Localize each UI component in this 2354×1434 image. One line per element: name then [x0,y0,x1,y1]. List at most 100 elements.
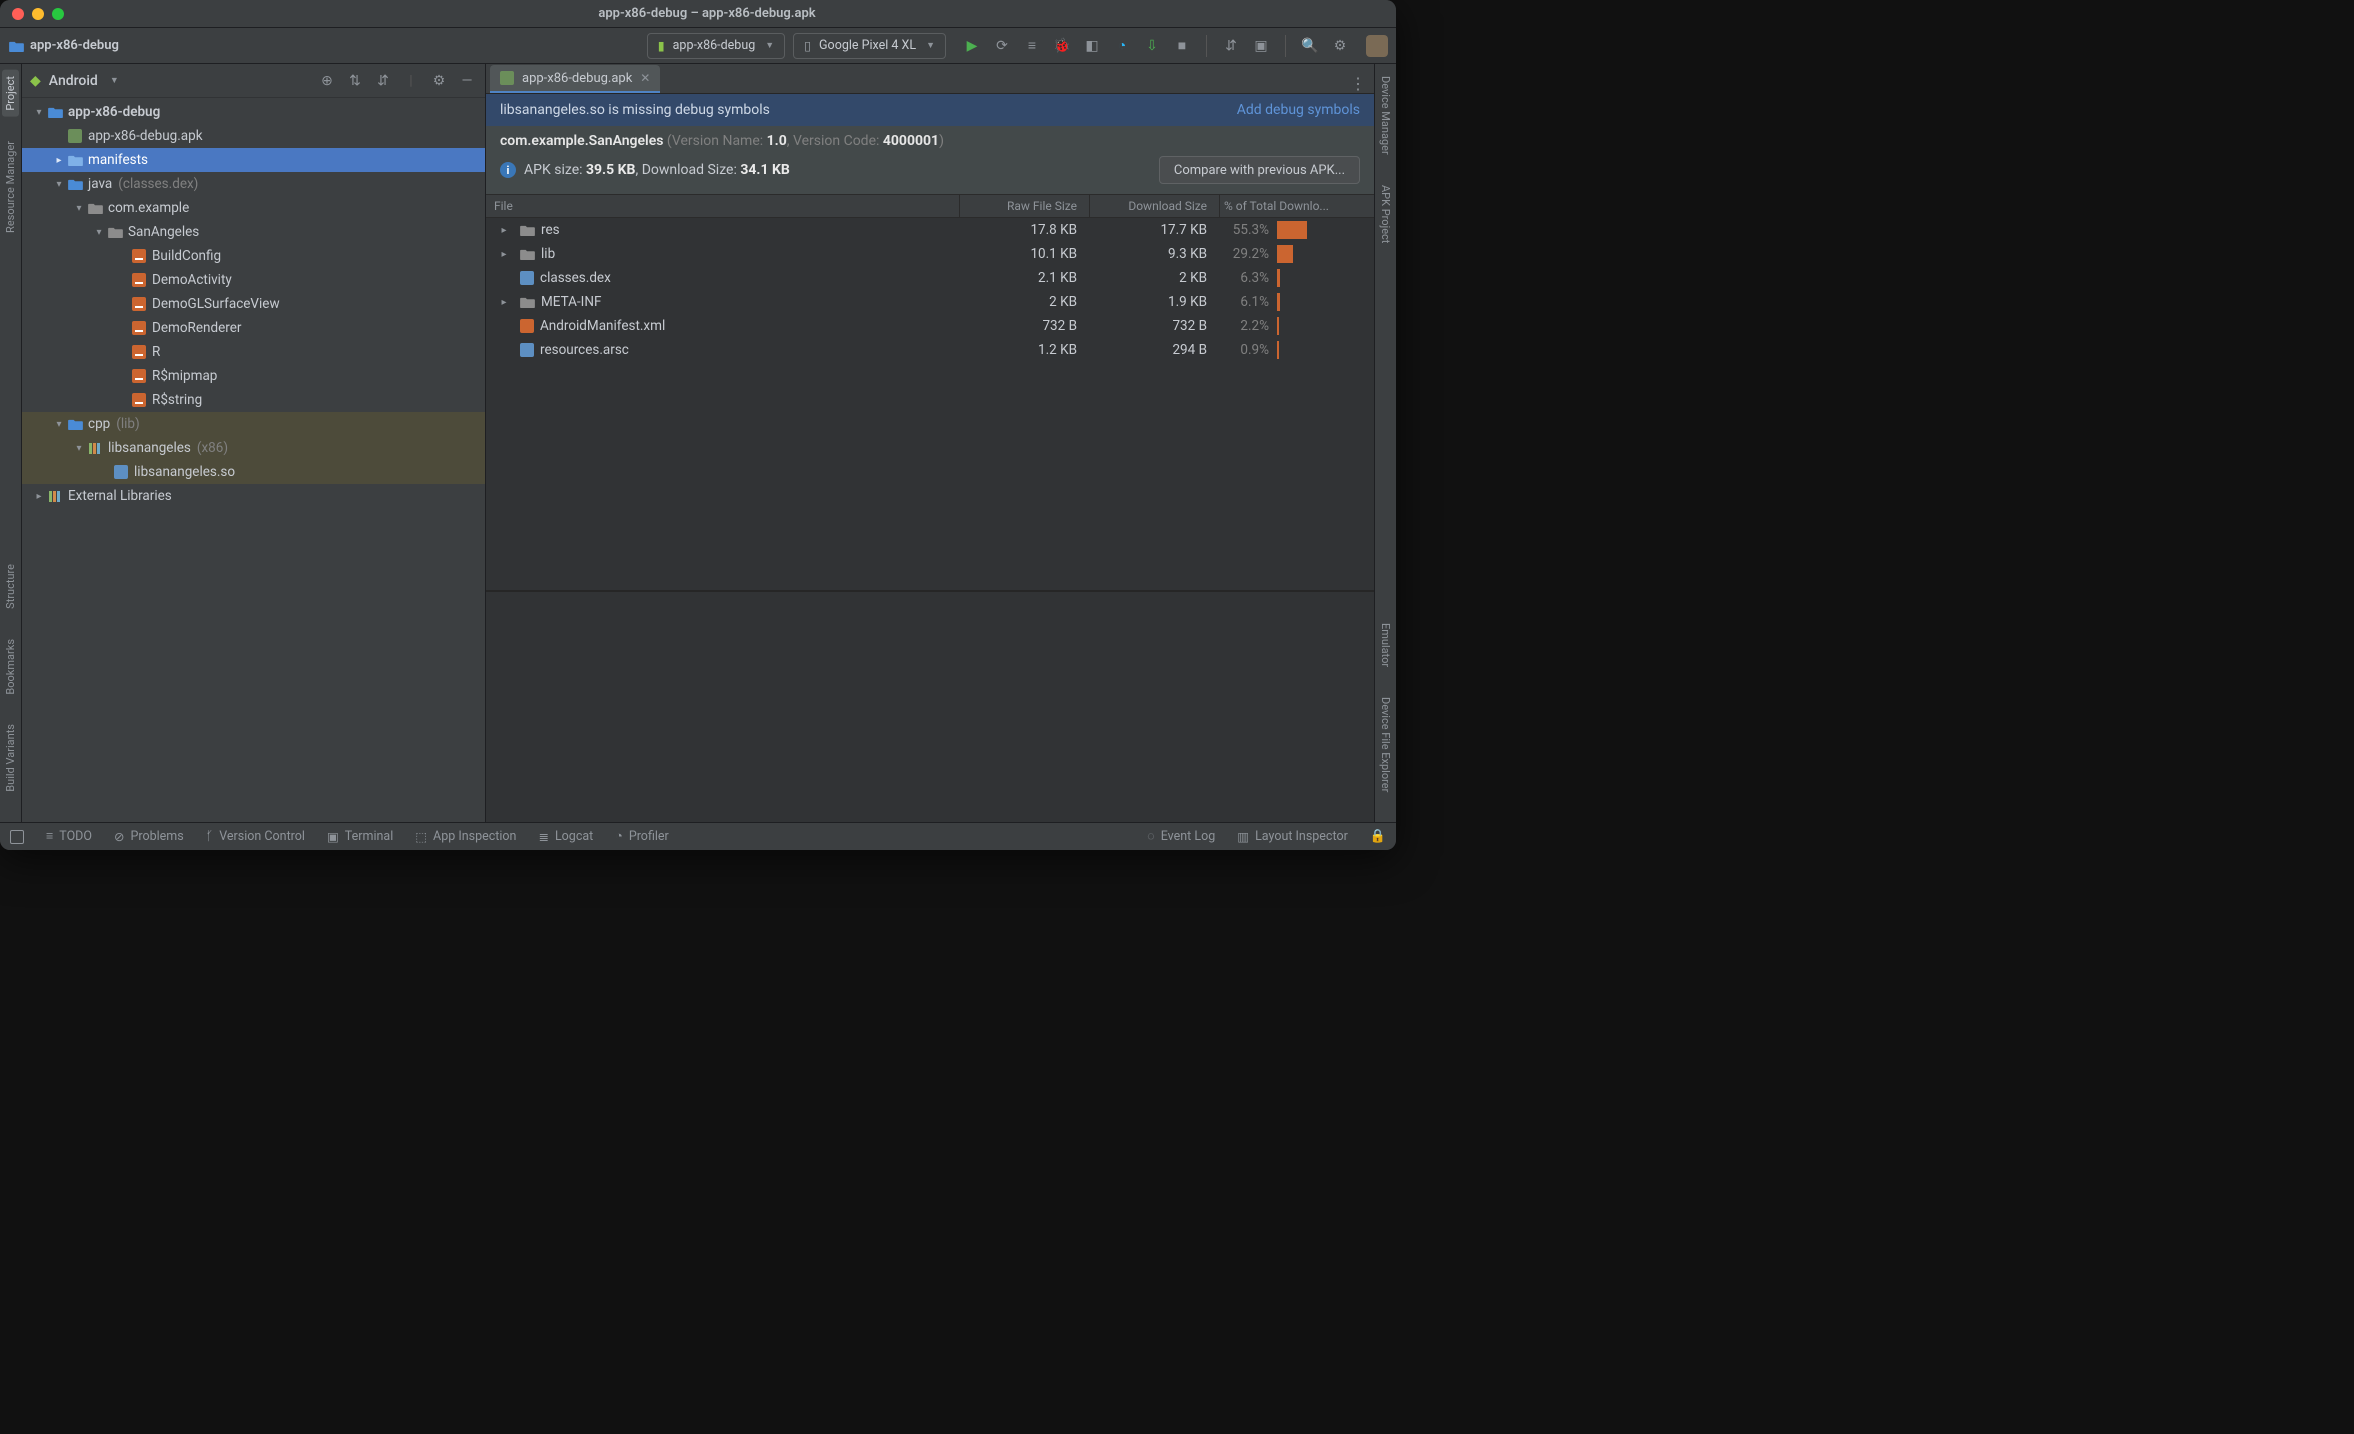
banner-action-link[interactable]: Add debug symbols [1237,102,1360,118]
status-profiler[interactable]: ◔Profiler [615,829,669,844]
chevron-down-icon: ▼ [765,40,774,51]
tree-node-so-file[interactable]: libsanangeles.so [22,460,485,484]
tool-tab-resource-manager[interactable]: Resource Manager [2,135,19,239]
tree-node-lib-folder[interactable]: ▾ libsanangeles (x86) [22,436,485,460]
file-name: resources.arsc [540,342,629,358]
table-row[interactable]: ▸META-INF2 KB1.9 KB6.1% [486,290,1374,314]
stop-button[interactable]: ■ [1174,38,1190,54]
status-todo[interactable]: ≡TODO [46,829,92,844]
close-tab-icon[interactable]: ✕ [640,71,650,85]
percent-bar [1277,221,1307,239]
apply-code-changes-button[interactable]: ≡ [1024,38,1040,54]
module-folder-icon [8,39,24,53]
tool-tab-structure[interactable]: Structure [2,558,19,615]
tree-node-cpp[interactable]: ▾ cpp (lib) [22,412,485,436]
tree-node-class[interactable]: R$string [22,388,485,412]
android-icon: ◆ [30,73,41,89]
run-config-selector[interactable]: ▮ app-x86-debug ▼ [647,33,785,59]
tool-tab-label: Build Variants [4,724,17,792]
dex-icon [520,271,534,285]
project-tree[interactable]: ▾ app-x86-debug app-x86-debug.apk ▸ mani… [22,98,485,822]
minimize-window-button[interactable] [32,8,44,20]
status-label: Event Log [1161,829,1216,844]
column-header-download[interactable]: Download Size [1089,195,1219,217]
editor-tab[interactable]: app-x86-debug.apk ✕ [490,65,660,93]
attach-debugger-button[interactable]: ⇩ [1144,38,1160,54]
dl-size-value: 34.1 KB [740,162,789,178]
table-row[interactable]: resources.arsc1.2 KB294 B0.9% [486,338,1374,362]
settings-gear-icon[interactable]: ⚙ [429,73,449,89]
collapse-all-icon[interactable]: ⇵ [373,73,393,89]
tool-tab-emulator[interactable]: Emulator [1377,617,1394,673]
version-code-label: , Version Code: [787,133,883,149]
coverage-button[interactable]: ◧ [1084,38,1100,54]
table-row[interactable]: ▸lib10.1 KB9.3 KB29.2% [486,242,1374,266]
tree-node-module[interactable]: ▾ app-x86-debug [22,100,485,124]
chevron-down-icon: ▾ [52,419,66,430]
search-everywhere-button[interactable]: 🔍 [1302,38,1318,54]
project-view-mode[interactable]: Android [49,73,98,89]
column-header-file[interactable]: File [486,199,959,213]
table-row[interactable]: AndroidManifest.xml732 B732 B2.2% [486,314,1374,338]
tool-tab-bookmarks[interactable]: Bookmarks [2,633,19,701]
tree-node-external-libs[interactable]: ▸ External Libraries [22,484,485,508]
tree-node-package[interactable]: ▾ com.example [22,196,485,220]
tab-options-icon[interactable]: ⋮ [1350,74,1366,93]
lock-icon[interactable]: 🔒 [1370,829,1386,844]
apk-package-info: com.example.SanAngeles (Version Name: 1.… [486,126,1374,156]
debug-button[interactable]: 🐞 [1054,38,1070,54]
tool-tab-device-file-explorer[interactable]: Device File Explorer [1377,691,1394,798]
folder-icon [66,418,84,430]
raw-size: 2 KB [959,294,1089,310]
column-header-percent[interactable]: % of Total Downlo... [1219,195,1374,217]
status-logcat[interactable]: ≣Logcat [538,829,593,845]
tree-node-package[interactable]: ▾ SanAngeles [22,220,485,244]
apply-changes-button[interactable]: ⟳ [994,38,1010,54]
tree-node-class[interactable]: DemoActivity [22,268,485,292]
table-row[interactable]: ▸res17.8 KB17.7 KB55.3% [486,218,1374,242]
status-problems[interactable]: ⊘Problems [114,829,184,845]
tool-window-toggle-icon[interactable] [10,830,24,844]
tree-node-apk[interactable]: app-x86-debug.apk [22,124,485,148]
editor-tab-label: app-x86-debug.apk [522,71,632,86]
tree-node-class[interactable]: R$mipmap [22,364,485,388]
close-window-button[interactable] [12,8,24,20]
status-event-log[interactable]: ◌Event Log [1147,829,1215,844]
status-label: Version Control [219,829,305,844]
tree-node-manifests[interactable]: ▸ manifests [22,148,485,172]
status-vcs[interactable]: ᚶVersion Control [206,829,305,844]
tree-node-java[interactable]: ▾ java (classes.dex) [22,172,485,196]
status-bar: ≡TODO ⊘Problems ᚶVersion Control ▣Termin… [0,822,1396,850]
table-row[interactable]: classes.dex2.1 KB2 KB6.3% [486,266,1374,290]
column-header-raw[interactable]: Raw File Size [959,195,1089,217]
status-label: TODO [59,829,92,844]
breadcrumb[interactable]: app-x86-debug [8,38,119,53]
device-selector[interactable]: ▯ Google Pixel 4 XL ▼ [793,33,946,59]
sync-button[interactable]: ⇵ [1223,38,1239,54]
percent-cell: 55.3% [1223,221,1307,239]
select-opened-file-icon[interactable]: ⊕ [317,73,337,89]
tree-node-class[interactable]: DemoGLSurfaceView [22,292,485,316]
status-app-inspection[interactable]: ⬚App Inspection [415,829,516,845]
profiler-button[interactable]: ◔ [1114,38,1130,54]
settings-button[interactable]: ⚙ [1332,38,1348,54]
smali-file-icon [130,273,148,287]
tree-node-class[interactable]: R [22,340,485,364]
avd-manager-button[interactable]: ▣ [1253,38,1269,54]
expand-all-icon[interactable]: ⇅ [345,73,365,89]
tree-node-class[interactable]: DemoRenderer [22,316,485,340]
tool-tab-build-variants[interactable]: Build Variants [2,718,19,798]
run-button[interactable]: ▶ [964,38,980,54]
status-layout-inspector[interactable]: ▥Layout Inspector [1237,829,1348,845]
hide-panel-icon[interactable]: — [457,73,477,89]
folder-icon [520,296,535,308]
tool-tab-project[interactable]: Project [2,70,19,117]
toolbar-actions: ▶ ⟳ ≡ 🐞 ◧ ◔ ⇩ ■ ⇵ ▣ 🔍 ⚙ [964,35,1388,57]
tool-tab-apk-project[interactable]: APK Project [1377,179,1394,249]
user-avatar[interactable] [1366,35,1388,57]
compare-apk-button[interactable]: Compare with previous APK... [1159,156,1360,184]
status-terminal[interactable]: ▣Terminal [327,829,393,845]
maximize-window-button[interactable] [52,8,64,20]
tool-tab-device-manager[interactable]: Device Manager [1377,70,1394,161]
tree-node-class[interactable]: BuildConfig [22,244,485,268]
